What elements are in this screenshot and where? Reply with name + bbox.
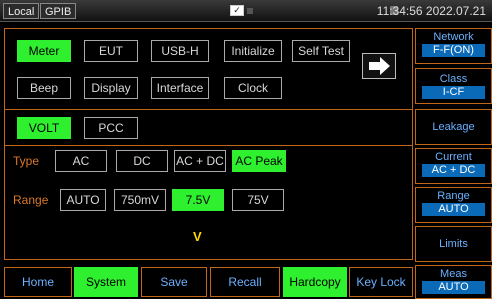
mode-volt-button[interactable]: VOLT [17, 117, 71, 139]
range-auto-button[interactable]: AUTO [60, 189, 106, 211]
menu-clock-button[interactable]: Clock [224, 77, 282, 99]
type-ac-peak-button[interactable]: AC Peak [232, 150, 286, 172]
side-range-value: AUTO [422, 203, 485, 216]
range-7-5v-button[interactable]: 7.5V [172, 189, 224, 211]
side-leakage-button[interactable]: Leakage [415, 109, 492, 145]
fkey-save[interactable]: Save [141, 267, 207, 297]
menu-beep-button[interactable]: Beep [17, 77, 71, 99]
side-class-value: I-CF [422, 86, 485, 99]
indicator-icon [247, 8, 253, 14]
menu-display-button[interactable]: Display [84, 77, 138, 99]
side-class-button[interactable]: Class I-CF [415, 68, 492, 104]
fkey-system[interactable]: System [74, 267, 138, 297]
menu-self-test-button[interactable]: Self Test [292, 40, 350, 62]
fkey-hardcopy[interactable]: Hardcopy [283, 267, 347, 297]
message-icon: ✓ [230, 5, 244, 16]
status-bar: Local GPIB ✓ 11:34:56 2022.07.21 [0, 0, 492, 22]
main-panel [4, 28, 413, 260]
side-current-value: AC + DC [422, 164, 485, 177]
menu-meter-button[interactable]: Meter [17, 40, 71, 62]
side-network-button[interactable]: Network F-F(ON) [415, 28, 492, 64]
side-network-value: F-F(ON) [422, 44, 485, 57]
mode-pcc-button[interactable]: PCC [84, 117, 138, 139]
side-meas-value: AUTO [422, 281, 485, 294]
side-range-title: Range [437, 190, 470, 202]
local-tab[interactable]: Local [3, 3, 40, 19]
next-page-button[interactable] [362, 53, 396, 79]
gpib-tab[interactable]: GPIB [40, 3, 77, 19]
range-750mv-button[interactable]: 750mV [114, 189, 166, 211]
menu-initialize-button[interactable]: Initialize [224, 40, 282, 62]
side-class-title: Class [439, 73, 468, 85]
datetime: 11:34:56 2022.07.21 [376, 4, 486, 18]
side-current-title: Current [435, 151, 472, 163]
side-meas-button[interactable]: Meas AUTO [415, 265, 492, 299]
side-network-title: Network [433, 31, 474, 43]
arrow-right-icon [369, 57, 390, 75]
divider [4, 145, 413, 146]
range-label: Range [13, 193, 49, 207]
menu-interface-button[interactable]: Interface [151, 77, 209, 99]
type-ac-dc-button[interactable]: AC + DC [174, 150, 226, 172]
fkey-recall[interactable]: Recall [210, 267, 280, 297]
fkey-home[interactable]: Home [4, 267, 72, 297]
unit-indicator: V [193, 229, 202, 244]
fkey-key-lock[interactable]: Key Lock [349, 267, 413, 297]
side-current-button[interactable]: Current AC + DC [415, 148, 492, 184]
divider [4, 109, 413, 110]
type-label: Type [13, 154, 40, 168]
type-dc-button[interactable]: DC [116, 150, 168, 172]
side-meas-title: Meas [440, 268, 467, 280]
menu-eut-button[interactable]: EUT [84, 40, 138, 62]
side-limits-button[interactable]: Limits [415, 226, 492, 262]
range-75v-button[interactable]: 75V [232, 189, 284, 211]
menu-usb-h-button[interactable]: USB-H [151, 40, 209, 62]
type-ac-button[interactable]: AC [55, 150, 107, 172]
side-range-button[interactable]: Range AUTO [415, 187, 492, 223]
